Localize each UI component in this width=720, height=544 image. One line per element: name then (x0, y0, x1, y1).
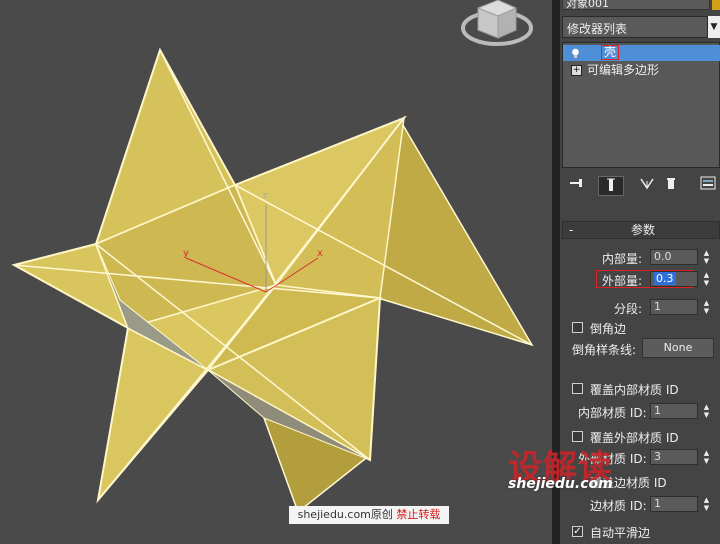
axis-z-label: z (263, 191, 268, 201)
axis-y-label: y (183, 248, 189, 259)
axis-x-label: x (317, 248, 323, 259)
plus-expand-icon[interactable]: + (571, 65, 582, 76)
pin-stack-icon[interactable] (566, 176, 588, 196)
spinner-arrows-icon[interactable]: ▲ ▼ (702, 496, 711, 512)
inner-mat-id-field[interactable]: 1 (650, 403, 698, 419)
watermark-caption: shejiedu.com原创 禁止转载 (289, 506, 449, 524)
bulb-icon[interactable] (571, 48, 580, 58)
segments-field[interactable]: 1 (650, 299, 698, 315)
bevel-edges-checkbox[interactable] (572, 322, 583, 333)
modifier-list-dropdown[interactable]: 修改器列表 (562, 16, 708, 38)
remove-modifier-icon[interactable] (662, 176, 680, 196)
stack-toolbar (560, 174, 720, 198)
star-model: z y x (11, 0, 534, 514)
override-inner-mat-label: 覆盖内部材质 ID (590, 383, 679, 397)
inner-amount-label: 内部量: (602, 252, 643, 266)
rollout-title: 参数 (631, 223, 656, 237)
stack-item-label: 壳 (601, 45, 620, 60)
watermark-url: shejiedu.com (508, 476, 613, 492)
caption-main: shejiedu.com原创 (297, 508, 397, 521)
collapse-toggle[interactable]: - (569, 222, 573, 238)
outer-amount-field[interactable]: 0.3 (650, 271, 698, 287)
caption-warning: 禁止转载 (396, 508, 441, 521)
configure-modifier-sets-icon[interactable] (698, 176, 718, 196)
object-name-field[interactable]: 对象001 (562, 0, 710, 10)
parameters-rollout-header[interactable]: - 参数 (562, 221, 720, 239)
modifier-stack[interactable]: 壳 + 可编辑多边形 (562, 42, 720, 168)
stack-item-shell[interactable]: 壳 (563, 45, 720, 61)
auto-smooth-checkbox[interactable]: ✓ (572, 526, 583, 537)
bevel-spline-label: 倒角样条线: (572, 343, 637, 357)
auto-smooth-label: 自动平滑边 (590, 526, 651, 540)
make-unique-icon[interactable] (636, 176, 658, 196)
spinner-arrows-icon[interactable]: ▲ ▼ (702, 249, 711, 265)
object-color-swatch[interactable] (712, 0, 720, 10)
show-end-result-icon[interactable] (598, 176, 624, 196)
viewport-perspective[interactable]: z y x (0, 0, 552, 544)
spinner-arrows-icon[interactable]: ▲ ▼ (702, 299, 711, 315)
bevel-edges-label: 倒角边 (590, 322, 627, 336)
outer-amount-value: 0.3 (654, 272, 676, 285)
outer-mat-id-field[interactable]: 3 (650, 449, 698, 465)
spinner-arrows-icon[interactable]: ▲ ▼ (702, 449, 711, 465)
spinner-arrows-icon[interactable]: ▲ ▼ (702, 271, 711, 287)
stack-item-editable-poly[interactable]: + 可编辑多边形 (563, 62, 720, 78)
viewcube-icon (461, 0, 533, 46)
edge-mat-id-field[interactable]: 1 (650, 496, 698, 512)
stack-item-label: 可编辑多边形 (587, 63, 660, 77)
chevron-down-icon[interactable]: ▼ (708, 16, 720, 38)
segments-label: 分段: (614, 302, 643, 316)
inner-amount-field[interactable]: 0.0 (650, 249, 698, 265)
bevel-spline-button[interactable]: None (642, 338, 714, 358)
edge-mat-id-label: 边材质 ID: (590, 499, 647, 513)
outer-amount-label: 外部量: (602, 274, 643, 288)
inner-mat-id-label: 内部材质 ID: (578, 406, 647, 420)
override-inner-mat-checkbox[interactable] (572, 383, 583, 394)
spinner-arrows-icon[interactable]: ▲ ▼ (702, 403, 711, 419)
